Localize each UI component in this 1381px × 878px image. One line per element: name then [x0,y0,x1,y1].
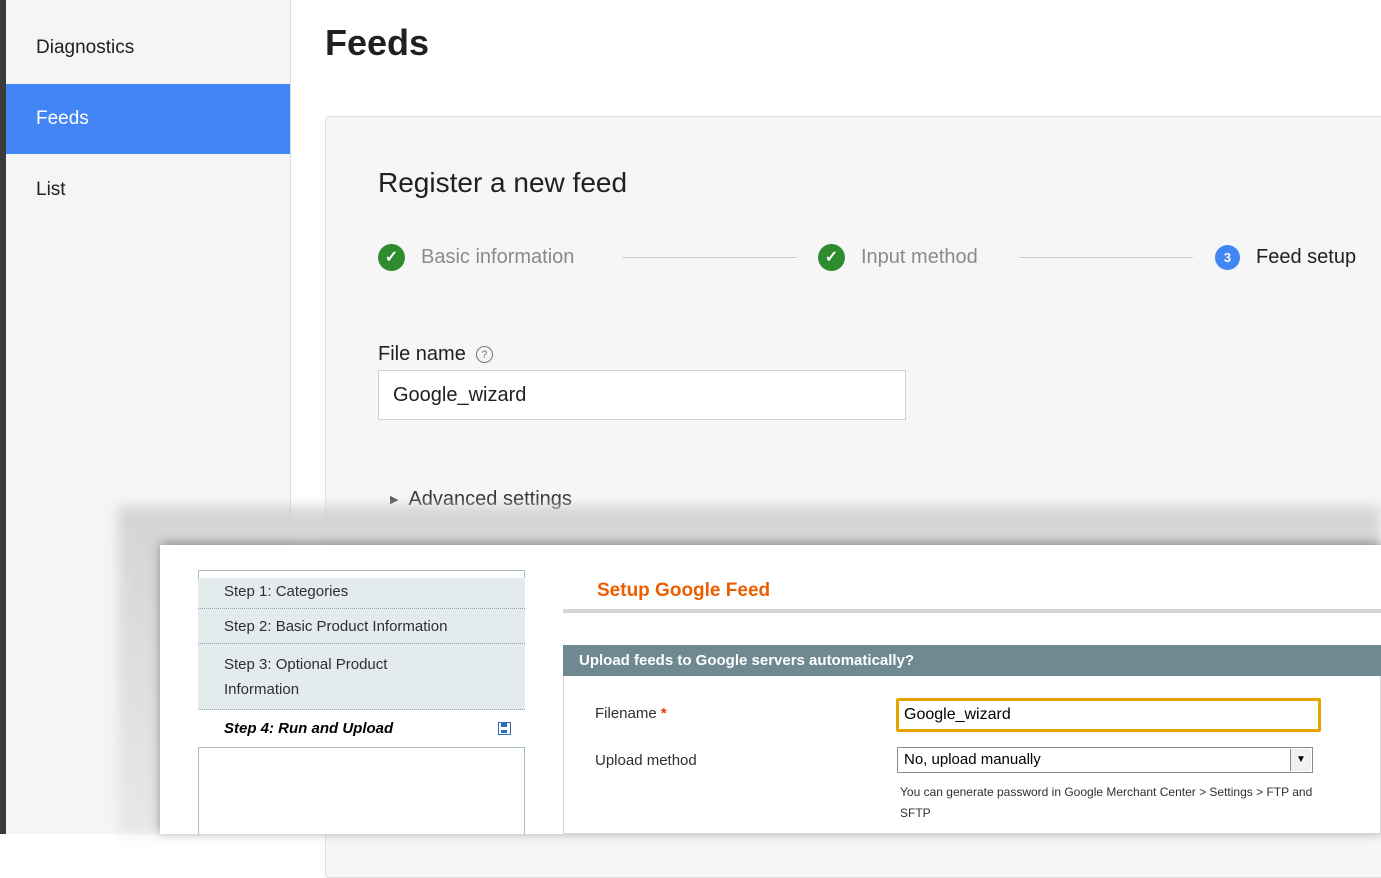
expand-arrow-icon: ▶ [390,494,399,506]
card-title: Register a new feed [378,167,628,198]
wizard-step-3[interactable]: Step 3: Optional Product Information [198,644,525,710]
wizard-step-1[interactable]: Step 1: Categories [198,578,525,609]
stepper-step-basic-information: ✓ Basic information [378,243,574,271]
sidebar-item-label: Feeds [36,108,89,129]
check-icon: ✓ [818,243,845,271]
filename-label-text: Filename [595,705,657,722]
dropdown-arrow-icon: ▼ [1290,749,1311,771]
step-label: Feed setup [1256,245,1357,268]
upload-method-label: Upload method [595,752,697,769]
step-label: Basic information [421,245,575,268]
sidebar-item-label: Diagnostics [36,37,135,58]
upload-method-value: No, upload manually [904,751,1041,768]
setup-google-feed-title: Setup Google Feed [597,580,771,601]
upload-section-header: Upload feeds to Google servers automatic… [563,645,1381,676]
sidebar-item-label: List [36,179,66,200]
stepper-connector [1019,257,1193,258]
stepper-step-feed-setup: 3 Feed setup [1215,243,1356,271]
stepper-connector [622,257,797,258]
title-divider [563,609,1381,613]
page-title: Feeds [325,22,430,63]
check-icon: ✓ [378,243,405,271]
wizard-step-4[interactable]: Step 4: Run and Upload [198,710,525,748]
upload-method-hint: You can generate password in Google Merc… [900,785,1313,820]
stepper-step-input-method: ✓ Input method [818,243,978,271]
sidebar-item-feeds[interactable]: Feeds [6,84,290,154]
filename-field[interactable] [896,698,1321,732]
help-icon[interactable]: ? [475,346,493,363]
save-icon [498,722,511,735]
sidebar-item-list[interactable]: List [6,155,290,225]
wizard-step-2[interactable]: Step 2: Basic Product Information [198,609,525,644]
upload-method-select[interactable]: No, upload manually ▼ [897,747,1313,773]
file-name-input[interactable] [378,370,906,420]
required-marker: * [660,705,667,722]
sidebar-item-diagnostics[interactable]: Diagnostics [6,13,290,83]
step-label: Input method [861,245,978,268]
file-name-label-text: File name [378,343,466,365]
file-name-label: File name ? [378,343,493,366]
filename-label: Filename * [595,705,667,722]
step-number-badge: 3 [1215,244,1240,270]
